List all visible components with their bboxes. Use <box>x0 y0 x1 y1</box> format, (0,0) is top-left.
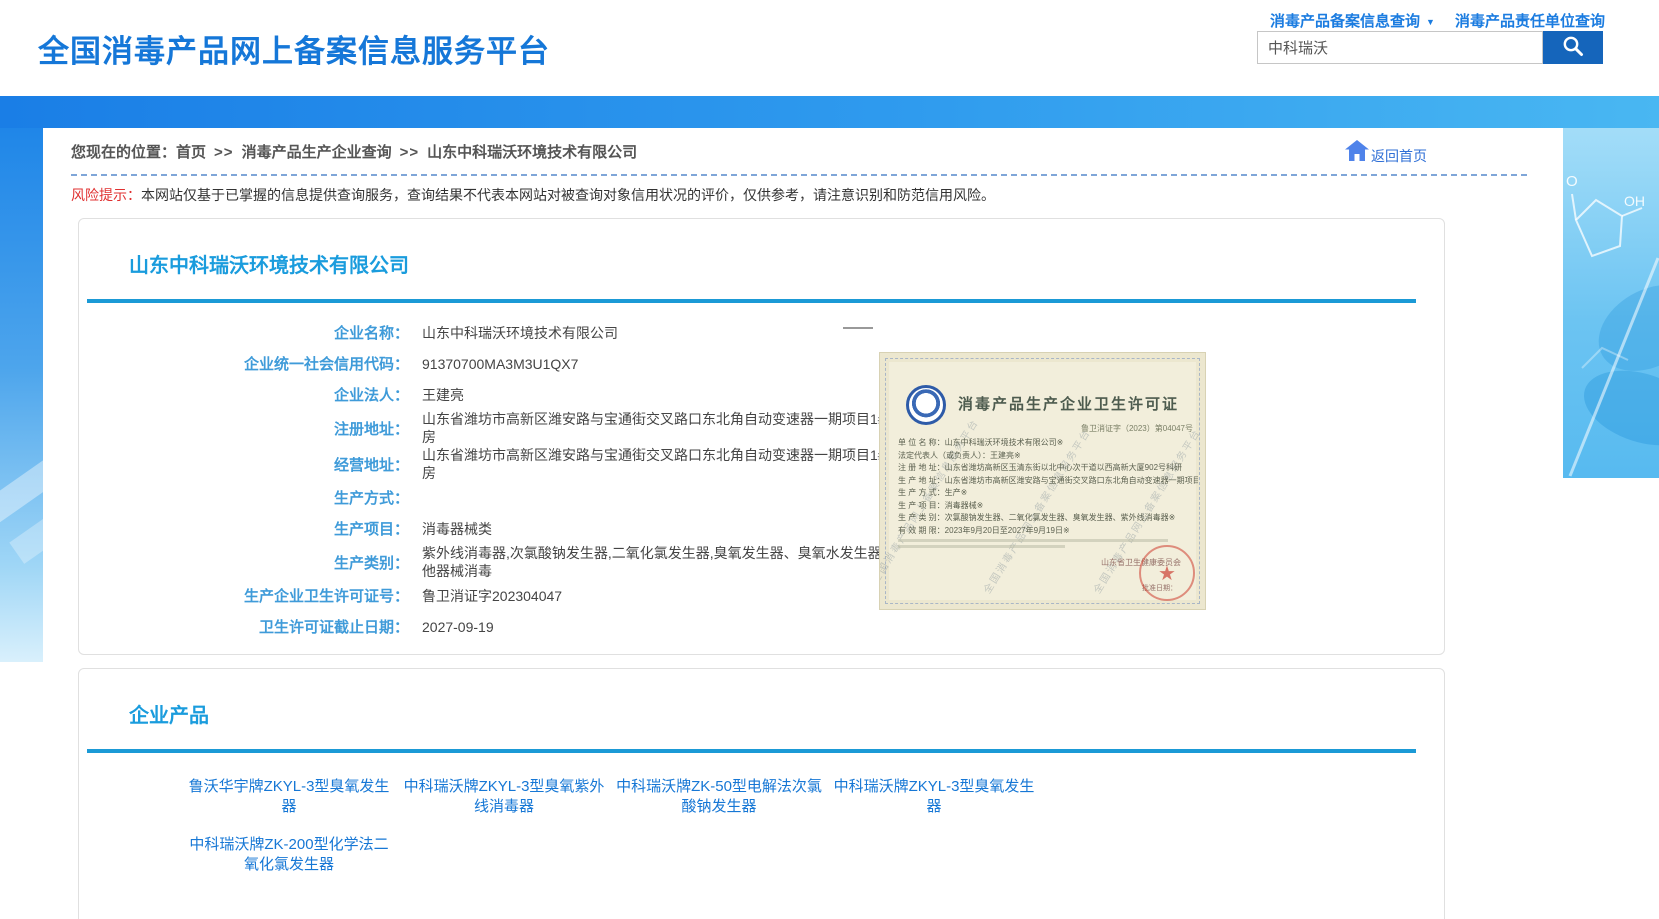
risk-notice: 风险提示：本网站仅基于已掌握的信息提供查询服务，查询结果不代表本网站对被查询对象… <box>71 185 1535 205</box>
field-label: 生产方式： <box>79 487 409 508</box>
field-label: 经营地址： <box>79 454 409 475</box>
risk-notice-label: 风险提示： <box>71 187 141 203</box>
breadcrumb-current: 山东中科瑞沃环境技术有限公司 <box>427 144 637 161</box>
product-list: 鲁沃华宇牌ZKYL-3型臭氧发生器 中科瑞沃牌ZKYL-3型臭氧紫外线消毒器 中… <box>79 777 1045 893</box>
site-header: 全国消毒产品网上备案信息服务平台 消毒产品备案信息查询 ▼ 消毒产品责任单位查询 <box>0 0 1659 96</box>
field-row: 生产类别： 紫外线消毒器,次氯酸钠发生器,二氧化氯发生器,臭氧发生器、臭氧水发生器… <box>79 544 1444 580</box>
certificate-title: 消毒产品生产企业卫生许可证 <box>958 393 1179 414</box>
field-label: 生产企业卫生许可证号： <box>79 585 409 606</box>
product-link[interactable]: 中科瑞沃牌ZKYL-3型臭氧紫外线消毒器 <box>398 777 610 817</box>
field-label: 企业法人： <box>79 384 409 405</box>
search-icon <box>1561 34 1585 61</box>
search-input[interactable] <box>1257 31 1543 64</box>
field-label: 生产项目： <box>79 518 409 539</box>
certificate-fine-print <box>898 539 1168 551</box>
field-label: 注册地址： <box>79 418 409 439</box>
certificate-scan-mark <box>843 327 873 329</box>
red-seal-icon: ★ <box>1139 545 1195 601</box>
product-link[interactable]: 中科瑞沃牌ZK-50型电解法次氯酸钠发生器 <box>613 777 825 817</box>
field-label: 企业统一社会信用代码： <box>79 353 409 374</box>
certificate-line: 单 位 名 称：山东中科瑞沃环境技术有限公司※ <box>898 437 1198 450</box>
field-row: 经营地址： 山东省潍坊市高新区潍安路与宝通街交叉路口东北角自动变速器一期项目1#厂… <box>79 446 1444 482</box>
certificate-line: 法定代表人（或负责人）：王建亮※ <box>898 450 1198 463</box>
company-card-title: 山东中科瑞沃环境技术有限公司 <box>129 249 1444 278</box>
field-row: 注册地址： 山东省潍坊市高新区潍安路与宝通街交叉路口东北角自动变速器一期项目1#厂… <box>79 410 1444 446</box>
company-card-divider <box>87 299 1416 303</box>
field-row: 卫生许可证截止日期： 2027-09-19 <box>79 611 1444 642</box>
field-value: 2027-09-19 <box>422 618 902 636</box>
field-row: 生产项目： 消毒器械类 <box>79 513 1444 544</box>
breadcrumb-prefix: 您现在的位置： <box>71 144 176 161</box>
field-row: 企业统一社会信用代码： 91370700MA3M3U1QX7 <box>79 348 1444 379</box>
breadcrumb-separator: >> <box>400 144 420 161</box>
products-card-divider <box>87 749 1416 753</box>
field-value: 山东省潍坊市高新区潍安路与宝通街交叉路口东北角自动变速器一期项目1#厂房 <box>422 410 902 446</box>
certificate-line: 生 产 项 目：消毒器械※ <box>898 500 1198 513</box>
breadcrumb-separator: >> <box>214 144 234 161</box>
health-emblem-icon <box>906 385 946 425</box>
field-value: 消毒器械类 <box>422 520 902 538</box>
field-value: 山东中科瑞沃环境技术有限公司 <box>422 324 902 342</box>
products-card: 企业产品 鲁沃华宇牌ZKYL-3型臭氧发生器 中科瑞沃牌ZKYL-3型臭氧紫外线… <box>78 668 1445 919</box>
field-row: 生产方式： <box>79 482 1444 513</box>
product-link[interactable]: 中科瑞沃牌ZKYL-3型臭氧发生器 <box>828 777 1040 817</box>
company-card: 山东中科瑞沃环境技术有限公司 企业名称： 山东中科瑞沃环境技术有限公司 企业统一社… <box>78 218 1445 655</box>
field-row: 生产企业卫生许可证号： 鲁卫消证字202304047 <box>79 580 1444 611</box>
field-value: 鲁卫消证字202304047 <box>422 587 902 605</box>
field-label: 企业名称： <box>79 322 409 343</box>
nav-link-unit-query[interactable]: 消毒产品责任单位查询 <box>1455 10 1605 31</box>
chevron-down-icon: ▼ <box>1426 17 1435 27</box>
molecule-graphic: O OH <box>1562 465 1659 478</box>
back-home-link[interactable]: 返回首页 <box>1343 140 1427 164</box>
breadcrumb-company-query[interactable]: 消毒产品生产企业查询 <box>242 144 392 161</box>
field-value: 山东省潍坊市高新区潍安路与宝通街交叉路口东北角自动变速器一期项目1#厂房 <box>422 446 902 482</box>
certificate-line: 生 产 方 式：生产※ <box>898 487 1198 500</box>
field-label: 生产类别： <box>79 552 409 573</box>
risk-notice-text: 本网站仅基于已掌握的信息提供查询服务，查询结果不代表本网站对被查询对象信用状况的… <box>141 187 995 203</box>
breadcrumb-home[interactable]: 首页 <box>176 144 206 161</box>
search-box <box>1257 31 1603 64</box>
field-value: 91370700MA3M3U1QX7 <box>422 355 902 373</box>
field-value: 紫外线消毒器,次氯酸钠发生器,二氧化氯发生器,臭氧发生器、臭氧水发生器,其他器械… <box>422 544 902 580</box>
breadcrumb: 您现在的位置：首页 >> 消毒产品生产企业查询 >> 山东中科瑞沃环境技术有限公司 <box>71 138 1535 168</box>
certificate-line: 生 产 类 别：次氯酸钠发生器、二氧化氯发生器、臭氧发生器、紫外线消毒器※ <box>898 512 1198 525</box>
svg-text:OH: OH <box>1624 193 1645 209</box>
nav-link-record-query[interactable]: 消毒产品备案信息查询 ▼ <box>1270 10 1435 31</box>
content-panel: 您现在的位置：首页 >> 消毒产品生产企业查询 >> 山东中科瑞沃环境技术有限公司 返回… <box>43 128 1563 919</box>
certificate-line: 注 册 地 址：山东省潍坊高新区玉清东街以北中心次干道以西高新大厦902号科研 <box>898 462 1198 475</box>
product-link[interactable]: 中科瑞沃牌ZK-200型化学法二氧化氯发生器 <box>183 835 395 875</box>
breadcrumb-row: 您现在的位置：首页 >> 消毒产品生产企业查询 >> 山东中科瑞沃环境技术有限公司 返回… <box>71 138 1535 168</box>
decor-right-background: O OH <box>1562 128 1659 478</box>
certificate-line: 生 产 地 址：山东省潍坊市高新区潍安路与宝通街交叉路口东北角自动变速器一期项目… <box>898 475 1198 488</box>
decor-left-background <box>0 128 43 662</box>
certificate-image: 全国消毒产品网上备案信息服务平台 全国消毒产品网上备案信息服务平台 全国消毒产品… <box>879 352 1206 610</box>
page: 全国消毒产品网上备案信息服务平台 消毒产品备案信息查询 ▼ 消毒产品责任单位查询 <box>0 0 1659 919</box>
certificate-line: 有 效 期 限：2023年9月20日至2027年9月19日※ <box>898 525 1198 538</box>
home-icon <box>1345 140 1369 164</box>
field-row: 企业名称： 山东中科瑞沃环境技术有限公司 <box>79 317 1444 348</box>
field-label: 卫生许可证截止日期： <box>79 616 409 637</box>
nav-link-record-query-label: 消毒产品备案信息查询 <box>1270 13 1420 30</box>
certificate-number: 鲁卫消证字（2023）第04047号 <box>1081 423 1193 434</box>
products-card-title: 企业产品 <box>129 699 1444 728</box>
product-link[interactable]: 鲁沃华宇牌ZKYL-3型臭氧发生器 <box>183 777 395 817</box>
field-row: 企业法人： 王建亮 <box>79 379 1444 410</box>
svg-text:O: O <box>1566 173 1578 190</box>
back-home-label: 返回首页 <box>1371 148 1427 164</box>
field-value: 王建亮 <box>422 386 902 404</box>
search-button[interactable] <box>1543 31 1603 64</box>
company-fields: 企业名称： 山东中科瑞沃环境技术有限公司 企业统一社会信用代码： 91370700M… <box>79 317 1444 642</box>
banner-strip <box>0 96 1659 128</box>
site-title: 全国消毒产品网上备案信息服务平台 <box>38 26 550 71</box>
certificate-lines: 单 位 名 称：山东中科瑞沃环境技术有限公司※ 法定代表人（或负责人）：王建亮※… <box>898 437 1198 537</box>
top-nav: 消毒产品备案信息查询 ▼ 消毒产品责任单位查询 <box>1270 10 1610 31</box>
dashed-divider <box>71 174 1527 176</box>
